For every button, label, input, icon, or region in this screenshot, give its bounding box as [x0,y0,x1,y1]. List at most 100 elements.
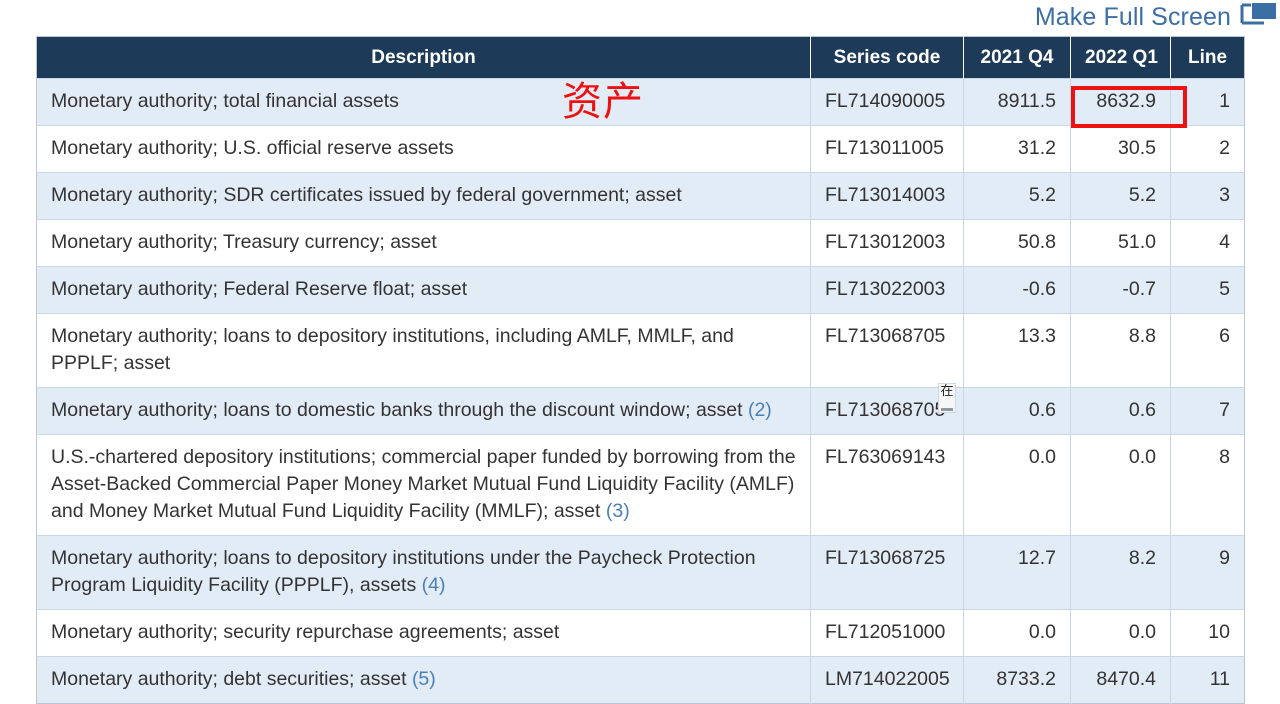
cell-2021-q4-text: 8733.2 [996,668,1056,690]
cell-series-code: FL713068705 [810,313,964,388]
cell-2021-q4: 31.2 [963,125,1071,173]
cell-2022-q1: -0.7 [1070,266,1171,314]
column-header-line[interactable]: Line [1170,36,1245,79]
cell-line: 10 [1170,609,1245,657]
cell-2022-q1: 0.0 [1070,609,1171,657]
cell-line-text: 3 [1219,184,1230,206]
cell-description: Monetary authority; security repurchase … [36,609,811,657]
cell-line-text: 11 [1209,668,1230,690]
cell-2022-q1-text: -0.7 [1122,278,1156,300]
cell-line-text: 2 [1219,137,1230,159]
cell-series-code-text: FL713022003 [825,278,946,300]
description-text: Monetary authority; debt securities; ass… [51,668,407,690]
cell-2022-q1: 0.6 [1070,387,1171,435]
cell-2021-q4: 0.6 [963,387,1071,435]
cell-series-code: FL713012003 [810,219,964,267]
cell-2021-q4: 0.0 [963,434,1071,536]
table-row: Monetary authority; SDR certificates iss… [36,172,1245,220]
cell-2022-q1-text: 8.2 [1128,547,1156,569]
cell-series-code: FL763069143 [810,434,964,536]
footnote-link[interactable]: (3) [606,500,630,522]
ime-underline [941,408,953,411]
cell-series-code-text: FL713068725 [825,547,946,569]
column-header-2022-q1[interactable]: 2022 Q1 [1070,36,1171,79]
cell-line-text: 4 [1219,231,1230,253]
cell-line: 5 [1170,266,1245,314]
column-header-series-code[interactable]: Series code [810,36,964,79]
cell-2022-q1: 0.0 [1070,434,1171,536]
footnote-link[interactable]: (4) [422,574,446,596]
cell-2022-q1: 51.0 [1070,219,1171,267]
footnote-link[interactable]: (5) [412,668,436,690]
cell-2022-q1: 8.8 [1070,313,1171,388]
cell-series-code: FL713011005 [810,125,964,173]
table-header: Description Series code 2021 Q4 2022 Q1 … [36,36,1245,79]
ime-candidate-artifact: 在 [938,383,956,413]
table-row: Monetary authority; total financial asse… [36,78,1245,126]
description-text: Monetary authority; U.S. official reserv… [51,137,454,159]
cell-series-code: FL713014003 [810,172,964,220]
cell-line-text: 8 [1219,446,1230,468]
cell-series-code-text: FL713068705 [825,325,946,347]
description-text: Monetary authority; Federal Reserve floa… [51,278,468,300]
make-full-screen-link[interactable]: Make Full Screen [1035,2,1278,35]
cell-2022-q1-text: 51.0 [1118,231,1156,253]
cell-2021-q4: 50.8 [963,219,1071,267]
top-bar: Make Full Screen [0,0,1280,36]
column-header-description[interactable]: Description [36,36,811,79]
table-header-row: Description Series code 2021 Q4 2022 Q1 … [36,36,1245,79]
financial-accounts-table-container: Description Series code 2021 Q4 2022 Q1 … [36,36,1245,704]
description-text: Monetary authority; loans to depository … [51,325,734,374]
cell-2021-q4-text: 0.6 [1028,399,1056,421]
cell-2022-q1: 8.2 [1070,535,1171,610]
cell-line-text: 6 [1219,325,1230,347]
cell-series-code: FL713068725 [810,535,964,610]
ime-glyph: 在 [940,384,954,399]
cell-line-text: 7 [1219,399,1230,421]
cell-description: U.S.-chartered depository institutions; … [36,434,811,536]
cell-2022-q1: 5.2 [1070,172,1171,220]
cell-description: Monetary authority; SDR certificates iss… [36,172,811,220]
cell-line: 2 [1170,125,1245,173]
cell-series-code-text: FL713012003 [825,231,946,253]
cell-2021-q4: 8911.5 [963,78,1071,126]
fullscreen-monitor-icon [1240,2,1278,33]
description-text: Monetary authority; Treasury currency; a… [51,231,437,253]
cell-2021-q4-text: 12.7 [1018,547,1056,569]
cell-line: 1 [1170,78,1245,126]
cell-2022-q1-text: 5.2 [1128,184,1156,206]
table-row: Monetary authority; debt securities; ass… [36,656,1245,704]
cell-2021-q4-text: 50.8 [1018,231,1056,253]
cell-line: 6 [1170,313,1245,388]
cell-2022-q1: 8470.4 [1070,656,1171,704]
column-header-2021-q4[interactable]: 2021 Q4 [963,36,1071,79]
cell-series-code-text: FL713068705 [825,399,946,421]
cell-2021-q4: 0.0 [963,609,1071,657]
cell-2022-q1-text: 0.0 [1128,446,1156,468]
cell-description: Monetary authority; debt securities; ass… [36,656,811,704]
cell-description: Monetary authority; Treasury currency; a… [36,219,811,267]
cell-series-code-text: FL763069143 [825,446,946,468]
cell-line-text: 9 [1219,547,1230,569]
cell-line: 8 [1170,434,1245,536]
cell-2022-q1-text: 8632.9 [1096,90,1156,112]
cell-2022-q1-text: 8470.4 [1096,668,1156,690]
cell-description: Monetary authority; Federal Reserve floa… [36,266,811,314]
footnote-link[interactable]: (2) [748,399,772,421]
cell-line: 4 [1170,219,1245,267]
table-row: Monetary authority; security repurchase … [36,609,1245,657]
description-text: Monetary authority; total financial asse… [51,90,399,112]
cell-series-code: FL714090005 [810,78,964,126]
table-row: U.S.-chartered depository institutions; … [36,434,1245,536]
description-text: Monetary authority; SDR certificates iss… [51,184,682,206]
description-text: Monetary authority; loans to depository … [51,547,756,596]
description-text: U.S.-chartered depository institutions; … [51,446,796,522]
cell-2021-q4-text: 8911.5 [997,90,1056,112]
table-body: Monetary authority; total financial asse… [36,78,1245,704]
cell-description: Monetary authority; total financial asse… [36,78,811,126]
cell-2022-q1-text: 0.6 [1128,399,1156,421]
table-row: Monetary authority; loans to domestic ba… [36,387,1245,435]
cell-2021-q4-text: 0.0 [1028,621,1056,643]
cell-2021-q4-text: 0.0 [1028,446,1056,468]
cell-2021-q4-text: -0.6 [1022,278,1056,300]
